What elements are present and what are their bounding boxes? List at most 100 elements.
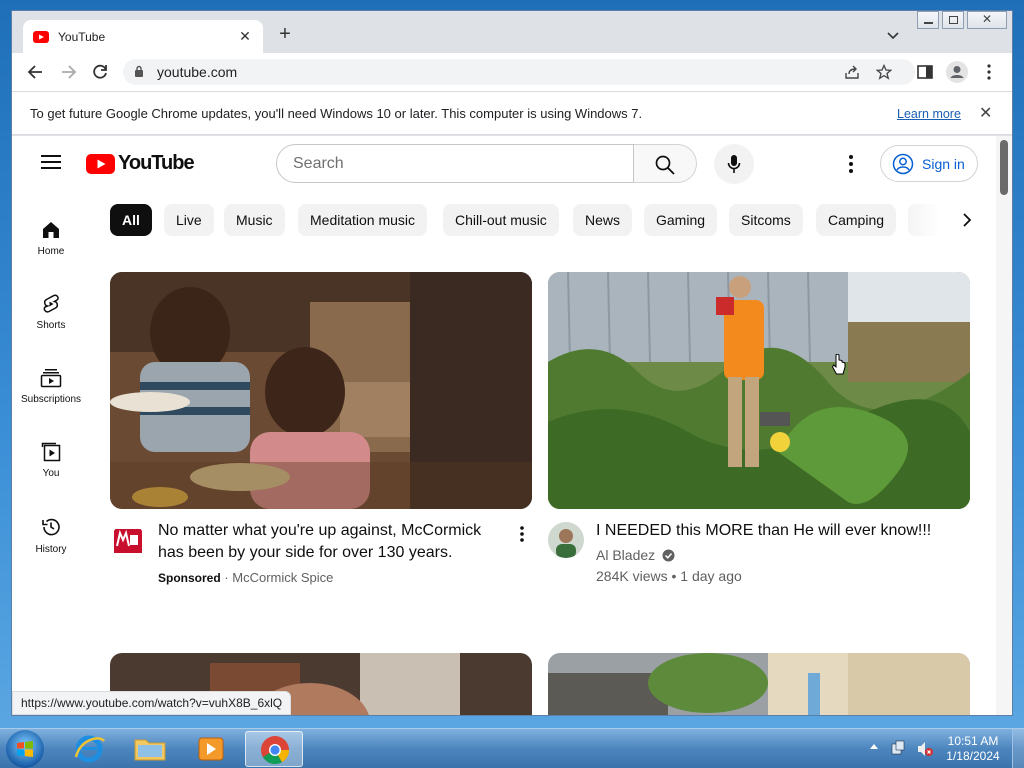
media-player-icon xyxy=(198,737,224,761)
upload-age: 1 day ago xyxy=(680,568,742,584)
show-hidden-icons-icon xyxy=(870,744,878,749)
youtube-play-logo-icon xyxy=(86,153,115,174)
video-title-line: has been by your side for over 130 years… xyxy=(158,544,453,561)
windows-logo-icon xyxy=(17,741,33,757)
video-title-line: No matter what you're up against, McCorm… xyxy=(158,522,482,539)
show-desktop-button[interactable] xyxy=(1012,729,1024,768)
forward-arrow-icon[interactable] xyxy=(58,62,78,82)
video-thumbnail-row2-right[interactable] xyxy=(548,653,970,715)
windows-taskbar: 10:51 AM 1/18/2024 xyxy=(0,728,1024,768)
youtube-logo[interactable]: YouTube xyxy=(86,152,195,175)
page-scrollbar[interactable] xyxy=(996,136,1012,715)
chip-all[interactable]: All xyxy=(110,204,152,236)
address-bar[interactable]: youtube.com xyxy=(123,59,915,85)
search-placeholder: Search xyxy=(293,155,344,172)
taskbar-internet-explorer[interactable] xyxy=(62,731,116,767)
clock-date: 1/18/2024 xyxy=(946,749,1000,763)
channel-name[interactable]: Al Bladez xyxy=(596,547,655,563)
chip-live[interactable]: Live xyxy=(164,204,214,236)
chip-chill-out-music[interactable]: Chill-out music xyxy=(443,204,559,236)
side-panel-icon[interactable] xyxy=(915,62,935,82)
taskbar-clock[interactable]: 10:51 AM 1/18/2024 xyxy=(942,734,1004,764)
video-more-icon[interactable] xyxy=(519,526,525,542)
youtube-masthead: YouTube Search Sign in xyxy=(12,136,996,192)
guide-item-you[interactable]: You xyxy=(12,428,90,488)
chrome-menu-icon[interactable] xyxy=(979,62,999,82)
home-icon xyxy=(43,222,59,238)
chip-sitcoms[interactable]: Sitcoms xyxy=(729,204,803,236)
share-icon[interactable] xyxy=(844,64,860,80)
lock-icon[interactable] xyxy=(134,65,144,78)
you-icon xyxy=(41,442,61,462)
channel-avatar[interactable] xyxy=(548,522,584,558)
maximize-button[interactable] xyxy=(942,11,964,29)
internet-explorer-icon xyxy=(74,735,106,763)
chip-meditation-music[interactable]: Meditation music xyxy=(298,204,428,236)
video-thumbnail[interactable] xyxy=(548,272,970,509)
scrollbar-thumb[interactable] xyxy=(1000,140,1008,195)
guide-item-shorts[interactable]: Shorts xyxy=(12,280,90,340)
new-tab-button[interactable]: + xyxy=(275,24,295,45)
verified-check-icon xyxy=(662,549,675,562)
chip-camping[interactable]: Camping xyxy=(816,204,897,236)
taskbar-chrome[interactable] xyxy=(245,731,303,767)
taskbar-media-player[interactable] xyxy=(184,731,238,767)
channel-row: Al Bladez xyxy=(596,547,675,563)
shorts-icon xyxy=(43,294,59,313)
infobar-close-icon[interactable]: ✕ xyxy=(979,103,992,123)
guide-item-home[interactable]: Home xyxy=(12,206,90,266)
mouse-cursor-icon xyxy=(832,354,846,375)
tab-close-icon[interactable]: ✕ xyxy=(237,28,253,45)
microphone-icon xyxy=(727,155,741,173)
chrome-window: YouTube ✕ + ✕ youtube.com To get future … xyxy=(11,10,1013,716)
sign-in-button[interactable]: Sign in xyxy=(880,145,978,182)
youtube-wordmark: YouTube xyxy=(118,152,195,174)
video-title[interactable]: I NEEDED this MORE than He will ever kno… xyxy=(596,520,966,542)
history-icon xyxy=(42,518,60,536)
start-button[interactable] xyxy=(6,730,44,768)
minimize-button[interactable] xyxy=(917,11,939,29)
mccormick-logo-icon[interactable] xyxy=(110,524,146,560)
account-circle-icon xyxy=(892,153,914,174)
settings-more-icon[interactable] xyxy=(848,154,854,174)
search-button[interactable] xyxy=(634,144,697,183)
view-count: 284K views xyxy=(596,568,668,584)
link-status-bar: https://www.youtube.com/watch?v=vuhX8B_6… xyxy=(12,691,292,715)
url-text[interactable]: youtube.com xyxy=(157,64,237,80)
sign-in-label: Sign in xyxy=(922,155,965,172)
subscriptions-icon xyxy=(40,369,62,388)
tab-youtube[interactable]: YouTube ✕ xyxy=(23,20,263,53)
chip-gaming[interactable]: Gaming xyxy=(644,204,718,236)
meta-separator: · xyxy=(224,570,229,585)
tab-search-chevron-icon[interactable] xyxy=(885,27,901,43)
voice-search-button[interactable] xyxy=(714,144,754,184)
video-card-al-bladez[interactable]: I NEEDED this MORE than He will ever kno… xyxy=(548,272,970,592)
back-arrow-icon[interactable] xyxy=(26,62,46,82)
tab-strip: YouTube ✕ + ✕ xyxy=(12,11,1012,53)
search-icon xyxy=(655,155,675,175)
video-thumbnail[interactable] xyxy=(110,272,532,509)
infobar-message: To get future Google Chrome updates, you… xyxy=(30,106,643,121)
chip-news[interactable]: News xyxy=(573,204,633,236)
close-window-button[interactable]: ✕ xyxy=(967,11,1007,29)
guide-item-subscriptions[interactable]: Subscriptions xyxy=(12,354,90,414)
guide-label: Subscriptions xyxy=(20,394,82,405)
taskbar-file-explorer[interactable] xyxy=(123,731,177,767)
channel-name[interactable]: McCormick Spice xyxy=(232,570,333,585)
chevron-right-icon[interactable] xyxy=(959,212,975,228)
video-card-mccormick[interactable]: No matter what you're up against, McCorm… xyxy=(110,272,532,592)
page-viewport: YouTube Search Sign in Home Shorts Subsc… xyxy=(12,136,1012,715)
guide-label: History xyxy=(35,544,67,555)
bookmark-star-icon[interactable] xyxy=(876,64,892,80)
reload-icon[interactable] xyxy=(90,62,110,82)
tab-title: YouTube xyxy=(58,29,106,44)
guide-item-history[interactable]: History xyxy=(12,502,90,562)
learn-more-link[interactable]: Learn more xyxy=(897,107,961,121)
video-title[interactable]: No matter what you're up against, McCorm… xyxy=(158,520,518,564)
folder-icon xyxy=(134,739,166,761)
hamburger-menu-icon[interactable] xyxy=(41,154,61,170)
tray-icons xyxy=(870,740,933,756)
profile-avatar-icon[interactable] xyxy=(946,61,968,83)
chip-music[interactable]: Music xyxy=(224,204,285,236)
search-input[interactable]: Search xyxy=(276,144,634,183)
